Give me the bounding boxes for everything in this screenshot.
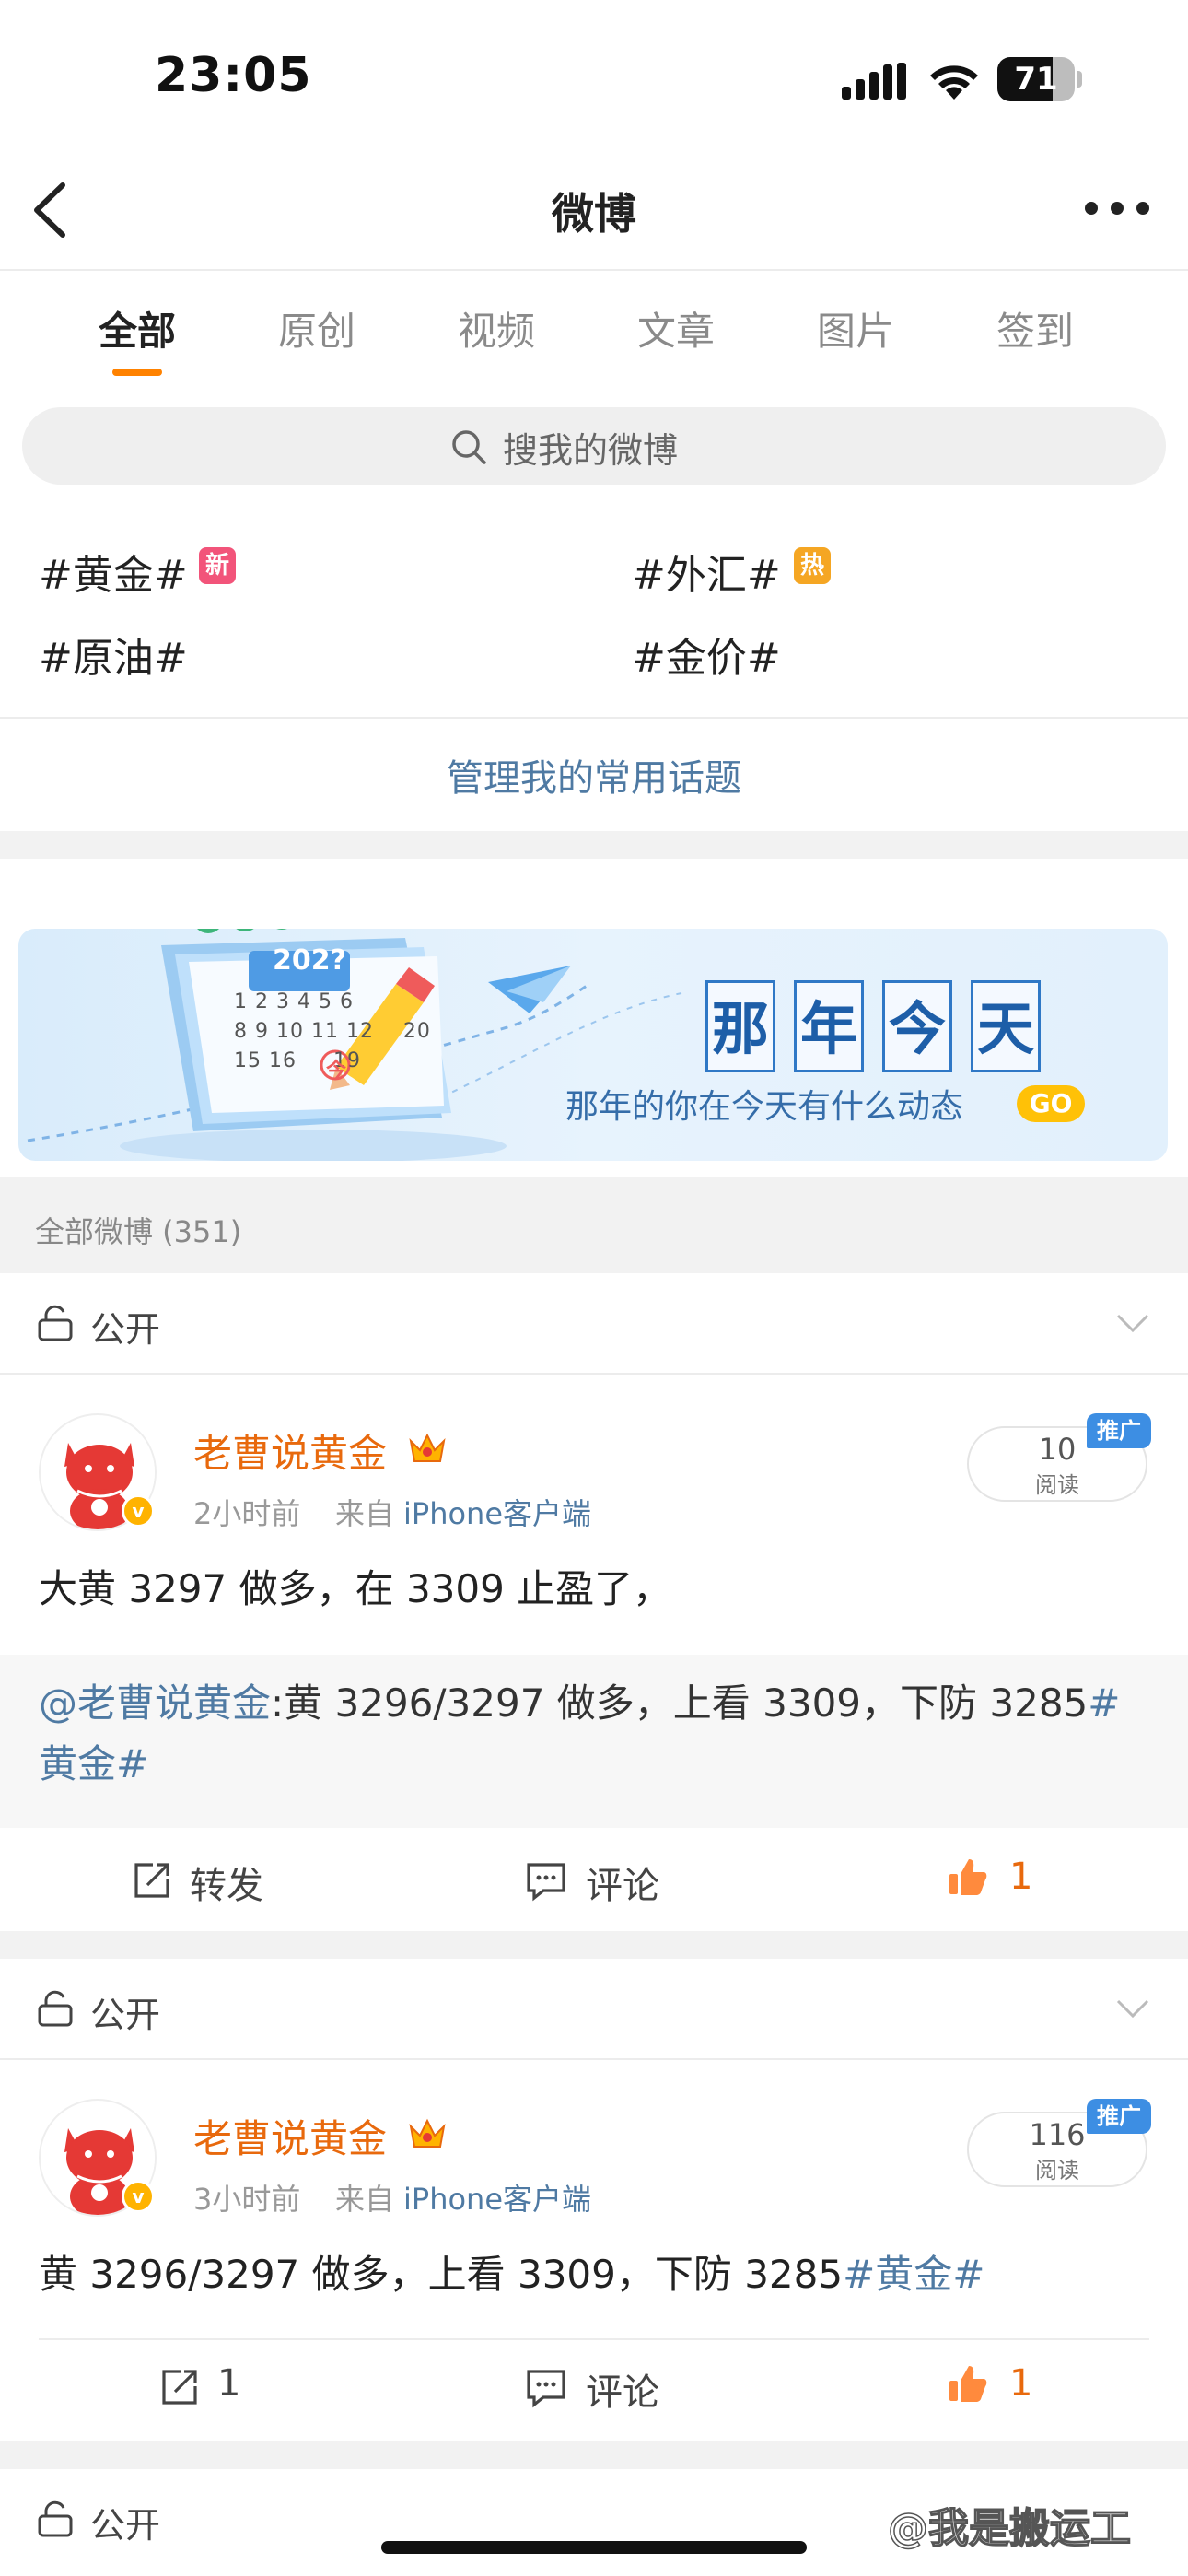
privacy-row[interactable] (0, 1959, 1188, 2058)
post-text: 黄 3296/3297 做多，上看 3309，下防 3285#黄金# (39, 2244, 985, 2305)
tab-original[interactable]: 原创 (262, 300, 372, 357)
new-badge: 新 (199, 547, 236, 584)
post-source[interactable]: iPhone客户端 (403, 2176, 591, 2219)
search-icon (452, 430, 486, 464)
post-text: 大黄 3297 做多，在 3309 止盈了， (39, 1566, 672, 1611)
hot-badge: 热 (794, 547, 831, 584)
tab-image[interactable]: 图片 (800, 300, 911, 357)
lock-icon (38, 1305, 73, 1341)
divider (0, 717, 1188, 719)
comment-icon (527, 1863, 565, 1902)
post-time: 3小时前 (193, 2182, 301, 2217)
privacy-label: 公开 (90, 1995, 161, 2035)
topic-forex[interactable]: #外汇# (632, 542, 781, 601)
privacy-label: 公开 (90, 2505, 161, 2546)
search-placeholder: 搜我的微博 (503, 430, 679, 471)
repost-count[interactable]: 1 (217, 2362, 240, 2405)
more-icon[interactable] (1083, 198, 1151, 218)
repost-button[interactable]: 转发 (190, 1856, 263, 1909)
post-time: 2小时前 (193, 1496, 301, 1531)
repost-content: @老曹说黄金:黄 3296/3297 做多，上看 3309，下防 3285#黄金… (39, 1673, 1153, 1795)
banner-title-char: 年 (794, 980, 864, 1072)
page-title: 微博 (552, 189, 636, 239)
divider (0, 269, 1188, 271)
crown-icon (409, 1433, 446, 1462)
wifi-icon (930, 65, 978, 100)
tab-all[interactable]: 全部 (82, 300, 192, 357)
tab-article[interactable]: 文章 (621, 300, 731, 357)
calendar-today-mark: 今 (326, 1060, 347, 1083)
share-icon (134, 1863, 169, 1898)
chevron-down-icon[interactable] (1114, 1312, 1151, 1334)
banner-subtitle: 那年的你在今天有什么动态 (565, 1088, 964, 1126)
calendar-year: 202? (273, 944, 347, 977)
lock-icon (38, 2500, 73, 2537)
repost-text: :黄 3296/3297 做多，上看 3309，下防 3285 (271, 1680, 1089, 1726)
watermark: @我是搬运工 (887, 2504, 1132, 2553)
comment-button[interactable]: 评论 (586, 2362, 659, 2416)
battery-indicator: 71 (997, 57, 1082, 101)
cellular-signal-icon (842, 63, 906, 100)
chevron-down-icon[interactable] (1114, 1997, 1151, 2020)
author-name[interactable]: 老曹说黄金 (193, 2108, 387, 2164)
post-topic[interactable]: #黄金# (843, 2252, 984, 2297)
manage-topics-link[interactable]: 管理我的常用话题 (0, 748, 1188, 802)
lock-icon (38, 1990, 73, 2027)
share-icon (162, 2370, 197, 2405)
divider (0, 2058, 1188, 2060)
active-tab-indicator (112, 369, 162, 376)
promote-badge[interactable]: 推广 (1087, 1413, 1151, 1448)
all-weibo-count: 全部微博 (351) (35, 1214, 242, 1249)
banner-title-char: 天 (971, 980, 1041, 1072)
crown-icon (409, 2118, 446, 2148)
tab-video[interactable]: 视频 (441, 300, 552, 357)
like-count[interactable]: 1 (1009, 2362, 1032, 2405)
like-icon (949, 2366, 987, 2402)
read-count-label: 阅读 (1035, 2158, 1079, 2184)
comment-button[interactable]: 评论 (586, 1856, 659, 1909)
post-source-prefix: 来自 (335, 1496, 395, 1531)
section-spacer (0, 1931, 1188, 1959)
like-count[interactable]: 1 (1009, 1856, 1032, 1898)
post-text-body: 黄 3296/3297 做多，上看 3309，下防 3285 (39, 2252, 844, 2297)
status-time: 23:05 (155, 48, 312, 103)
topic-gold-price[interactable]: #金价# (632, 625, 781, 684)
verified-icon: v (122, 2180, 155, 2213)
banner-title-char: 今 (882, 980, 952, 1072)
banner-title-char: 那 (705, 980, 775, 1072)
privacy-label: 公开 (90, 1309, 161, 1350)
post-source-prefix: 来自 (335, 2182, 395, 2217)
repost-author[interactable]: @老曹说黄金 (39, 1680, 271, 1726)
topic-oil[interactable]: #原油# (39, 625, 188, 684)
tab-checkin[interactable]: 签到 (980, 300, 1090, 357)
section-spacer (0, 831, 1188, 859)
divider (0, 1373, 1188, 1375)
read-count-label: 阅读 (1035, 1472, 1079, 1498)
privacy-row[interactable] (0, 1273, 1188, 1373)
section-spacer (0, 2441, 1188, 2469)
comment-icon (527, 2370, 565, 2408)
go-button[interactable]: GO (1017, 1085, 1085, 1122)
promote-badge[interactable]: 推广 (1087, 2099, 1151, 2134)
author-name[interactable]: 老曹说黄金 (193, 1423, 387, 1479)
verified-icon: v (122, 1494, 155, 1528)
post-source[interactable]: iPhone客户端 (403, 1491, 591, 1533)
topic-gold[interactable]: #黄金# (39, 542, 188, 601)
home-indicator[interactable] (381, 2541, 807, 2554)
divider (39, 2338, 1149, 2340)
like-icon (949, 1859, 987, 1895)
battery-percent: 71 (1014, 61, 1058, 98)
